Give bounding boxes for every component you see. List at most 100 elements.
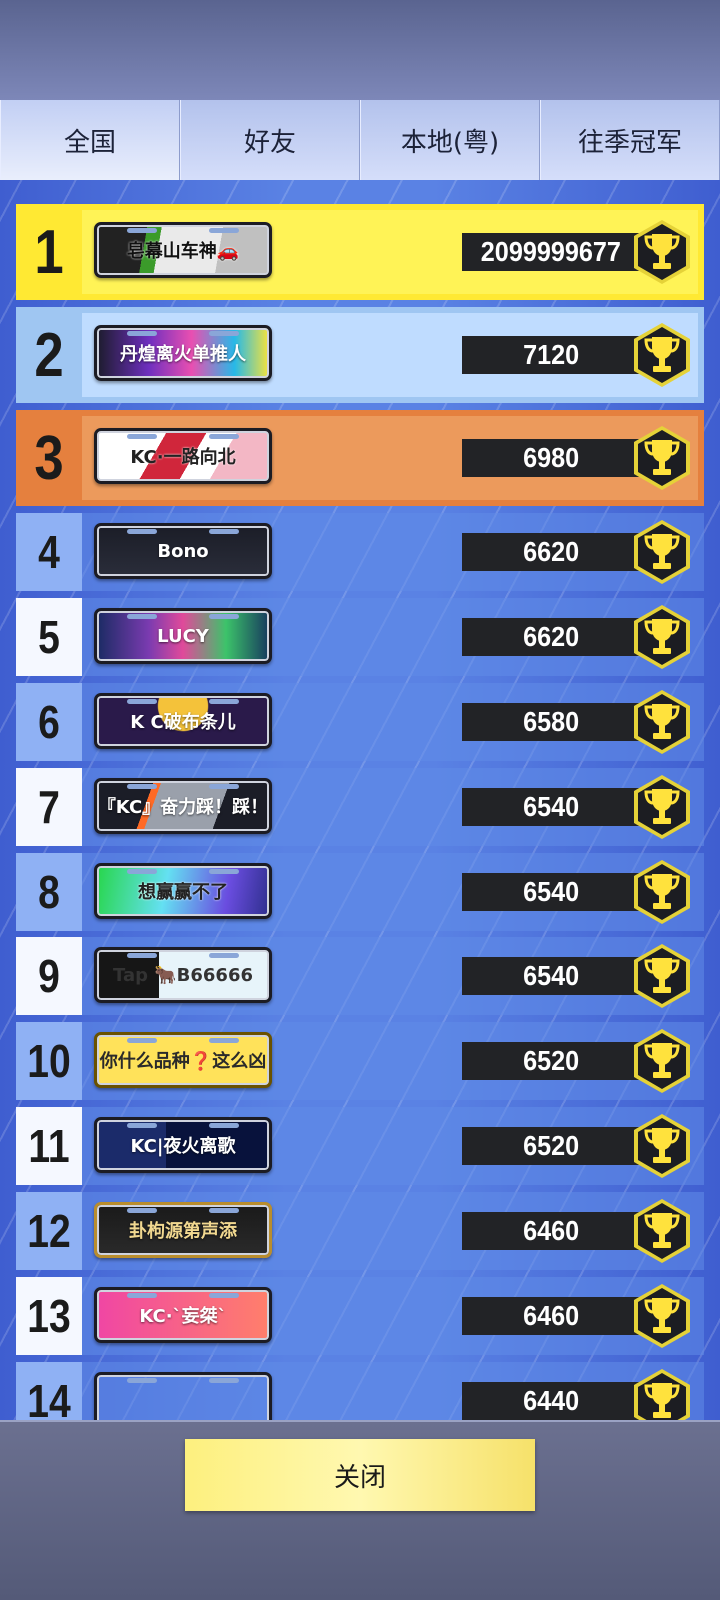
leaderboard-row[interactable]: 7 『KC』奋力踩！踩！ 6540 bbox=[16, 768, 704, 846]
leaderboard-row[interactable]: 1 皂幕山车神🚗 2099999677 bbox=[16, 204, 704, 300]
score-box: 6520 bbox=[462, 1127, 640, 1165]
score-value: 6520 bbox=[522, 1045, 580, 1076]
score-box: 6440 bbox=[462, 1382, 640, 1420]
trophy-icon bbox=[634, 1029, 690, 1093]
score-box: 7120 bbox=[462, 336, 640, 374]
rank-number: 14 bbox=[27, 1375, 71, 1420]
trophy-icon bbox=[634, 690, 690, 754]
trophy-icon bbox=[634, 1114, 690, 1178]
player-name: K C破布条儿 bbox=[130, 712, 236, 733]
player-name: KC|夜火离歌 bbox=[130, 1136, 236, 1157]
leaderboard-row[interactable]: 5 LUCY 6620 bbox=[16, 598, 704, 676]
leaderboard-row[interactable]: 4 Bono 6620 bbox=[16, 513, 704, 591]
license-plate: KC|夜火离歌 bbox=[94, 1117, 272, 1173]
rank-number: 6 bbox=[38, 696, 60, 748]
license-plate: KC·一路向北 bbox=[94, 428, 272, 484]
score-value: 2099999677 bbox=[480, 236, 622, 267]
score-value: 6620 bbox=[522, 621, 580, 652]
player-name: 『KC』奋力踩！踩！ bbox=[97, 797, 269, 818]
score-value: 6540 bbox=[522, 791, 580, 822]
license-plate: Tap 🐂B66666 bbox=[94, 947, 272, 1003]
leaderboard-row[interactable]: 6 K C破布条儿 6580 bbox=[16, 683, 704, 761]
score-value: 6580 bbox=[522, 706, 580, 737]
trophy-icon bbox=[634, 860, 690, 924]
player-name: KC·`妄桀` bbox=[139, 1306, 227, 1327]
rank-number: 1 bbox=[34, 217, 64, 287]
player-name: KC·一路向北 bbox=[130, 447, 236, 468]
leaderboard-row[interactable]: 9 Tap 🐂B66666 6540 bbox=[16, 937, 704, 1015]
score-box: 6620 bbox=[462, 533, 640, 571]
leaderboard-row[interactable]: 2 丹煌离火单推人 7120 bbox=[16, 307, 704, 403]
tab-past-champions[interactable]: 往季冠军 bbox=[540, 100, 720, 180]
leaderboard-list[interactable]: 1 皂幕山车神🚗 2099999677 2 丹煌离火单推人 7120 3 KC·一路向北 698… bbox=[0, 180, 720, 1420]
bottom-panel: 关闭 bbox=[0, 1420, 720, 1600]
score-box: 6460 bbox=[462, 1297, 640, 1335]
license-plate: K C破布条儿 bbox=[94, 693, 272, 749]
license-plate: 皂幕山车神🚗 bbox=[94, 222, 272, 278]
score-box: 6540 bbox=[462, 788, 640, 826]
player-name: Bono bbox=[157, 540, 209, 562]
license-plate: LUCY bbox=[94, 608, 272, 664]
license-plate: 『KC』奋力踩！踩！ bbox=[94, 778, 272, 834]
rank-number: 13 bbox=[27, 1290, 71, 1342]
player-name: 丹煌离火单推人 bbox=[120, 344, 246, 365]
leaderboard-row[interactable]: 3 KC·一路向北 6980 bbox=[16, 410, 704, 506]
player-name: 皂幕山车神🚗 bbox=[126, 241, 240, 262]
leaderboard-row[interactable]: 10 你什么品种❓这么凶 6520 bbox=[16, 1022, 704, 1100]
rank-number: 11 bbox=[28, 1120, 70, 1172]
score-box: 6540 bbox=[462, 957, 640, 995]
player-name: LUCY bbox=[157, 625, 209, 647]
score-box: 6980 bbox=[462, 439, 640, 477]
leaderboard-row[interactable]: 12 卦枸源第声添 6460 bbox=[16, 1192, 704, 1270]
trophy-icon bbox=[634, 944, 690, 1008]
rank-number: 9 bbox=[38, 950, 60, 1002]
trophy-icon bbox=[634, 1369, 690, 1420]
score-value: 7120 bbox=[522, 339, 580, 370]
score-value: 6620 bbox=[522, 536, 580, 567]
trophy-icon bbox=[634, 775, 690, 839]
license-plate bbox=[94, 1372, 272, 1420]
rank-number: 3 bbox=[34, 423, 64, 493]
tab-national[interactable]: 全国 bbox=[0, 100, 180, 180]
close-button[interactable]: 关闭 bbox=[185, 1439, 535, 1511]
rank-number: 10 bbox=[27, 1035, 71, 1087]
trophy-icon bbox=[634, 1199, 690, 1263]
player-name: 卦枸源第声添 bbox=[129, 1221, 237, 1242]
player-name: Tap 🐂B66666 bbox=[112, 964, 253, 986]
leaderboard-row[interactable]: 11 KC|夜火离歌 6520 bbox=[16, 1107, 704, 1185]
license-plate: 你什么品种❓这么凶 bbox=[94, 1032, 272, 1088]
rank-number: 8 bbox=[38, 866, 60, 918]
license-plate: 丹煌离火单推人 bbox=[94, 325, 272, 381]
player-name: 你什么品种❓这么凶 bbox=[99, 1051, 267, 1072]
trophy-icon bbox=[634, 605, 690, 669]
score-box: 6540 bbox=[462, 873, 640, 911]
score-value: 6540 bbox=[522, 876, 580, 907]
score-box: 6520 bbox=[462, 1042, 640, 1080]
license-plate: 想赢赢不了 bbox=[94, 863, 272, 919]
score-value: 6460 bbox=[522, 1215, 580, 1246]
rank-number: 2 bbox=[34, 320, 64, 390]
license-plate: 卦枸源第声添 bbox=[94, 1202, 272, 1258]
rank-number: 4 bbox=[38, 526, 60, 578]
tab-bar: 全国 好友 本地(粤) 往季冠军 bbox=[0, 100, 720, 180]
trophy-icon bbox=[634, 1284, 690, 1348]
score-value: 6520 bbox=[522, 1130, 580, 1161]
license-plate: KC·`妄桀` bbox=[94, 1287, 272, 1343]
score-value: 6440 bbox=[522, 1385, 580, 1416]
score-box: 6460 bbox=[462, 1212, 640, 1250]
score-value: 6980 bbox=[522, 442, 580, 473]
trophy-icon bbox=[634, 520, 690, 584]
score-box: 6620 bbox=[462, 618, 640, 656]
rank-number: 5 bbox=[38, 611, 60, 663]
score-value: 6540 bbox=[522, 960, 580, 991]
rank-number: 12 bbox=[27, 1205, 71, 1257]
leaderboard-row[interactable]: 13 KC·`妄桀` 6460 bbox=[16, 1277, 704, 1355]
tab-friends[interactable]: 好友 bbox=[180, 100, 360, 180]
leaderboard-row[interactable]: 8 想赢赢不了 6540 bbox=[16, 853, 704, 931]
leaderboard-row[interactable]: 14 6440 bbox=[16, 1362, 704, 1420]
tab-local[interactable]: 本地(粤) bbox=[360, 100, 540, 180]
player-name: 想赢赢不了 bbox=[138, 882, 228, 903]
score-value: 6460 bbox=[522, 1300, 580, 1331]
score-box: 6580 bbox=[462, 703, 640, 741]
score-box: 2099999677 bbox=[462, 233, 640, 271]
